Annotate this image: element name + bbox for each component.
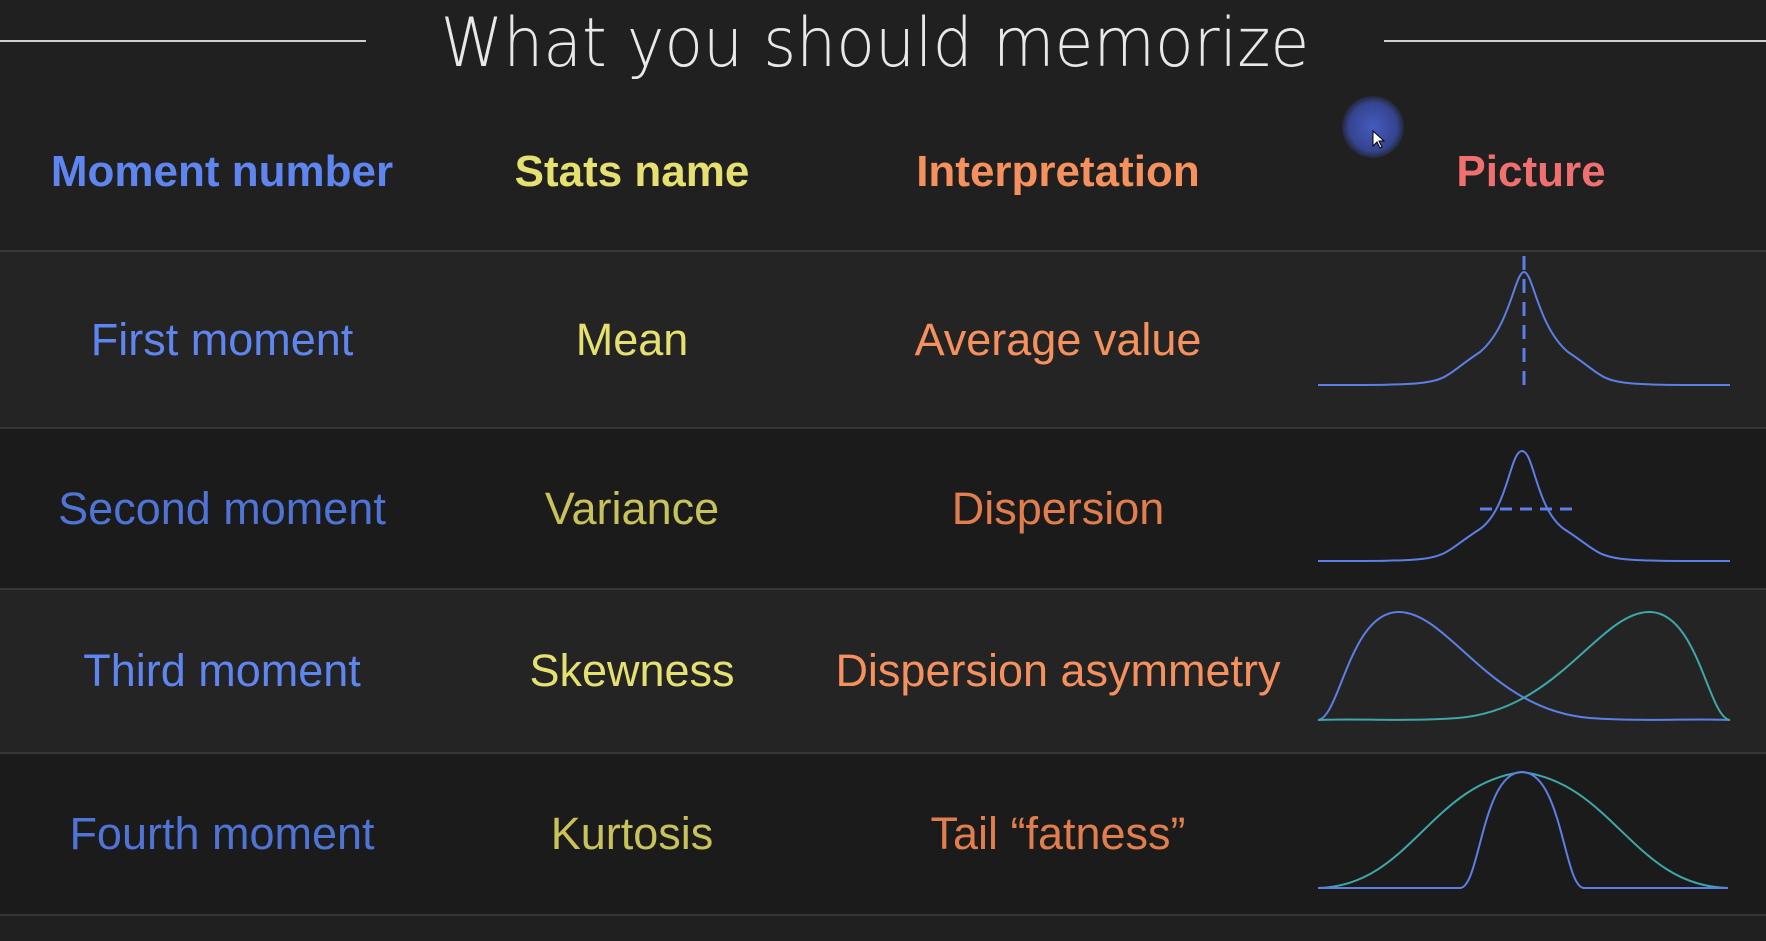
interpretation-text: Average value xyxy=(914,313,1202,365)
moment-label: Fourth moment xyxy=(69,808,375,859)
interpretation-text: Dispersion asymmetry xyxy=(835,645,1281,696)
moment-label: First moment xyxy=(90,313,354,365)
table-row: Third moment Skewness Dispersion asymmet… xyxy=(0,590,1766,754)
table-header-row: Moment number Stats name Interpretation … xyxy=(0,110,1766,252)
table-row: Fourth moment Kurtosis Tail “fatness” xyxy=(0,754,1766,916)
moment-label: Third moment xyxy=(83,645,361,696)
title-row: What you should memorize xyxy=(0,0,1766,90)
kurtosis-curves-icon xyxy=(1310,754,1750,914)
title-divider-right xyxy=(1384,40,1766,42)
stat-name: Skewness xyxy=(529,645,735,696)
interpretation-text: Tail “fatness” xyxy=(930,808,1186,859)
stat-name: Mean xyxy=(575,313,689,365)
title-divider-left xyxy=(0,40,366,42)
variance-width-icon xyxy=(1310,429,1750,588)
header-moment-number: Moment number xyxy=(50,147,394,196)
table-row: First moment Mean Average value xyxy=(0,252,1766,429)
slide-title: What you should memorize xyxy=(440,4,1310,83)
skewness-curves-icon xyxy=(1310,590,1750,752)
stat-name: Kurtosis xyxy=(550,808,714,859)
table-row: Second moment Variance Dispersion xyxy=(0,429,1766,590)
moment-label: Second moment xyxy=(58,482,386,534)
interpretation-text: Dispersion xyxy=(951,482,1165,534)
mean-line-icon xyxy=(1310,252,1750,427)
header-stats-name: Stats name xyxy=(514,147,750,196)
slide: What you should memorize Moment number S… xyxy=(0,0,1766,941)
stat-name: Variance xyxy=(544,482,720,534)
header-interpretation: Interpretation xyxy=(916,147,1200,196)
mouse-pointer-icon xyxy=(1372,129,1386,155)
